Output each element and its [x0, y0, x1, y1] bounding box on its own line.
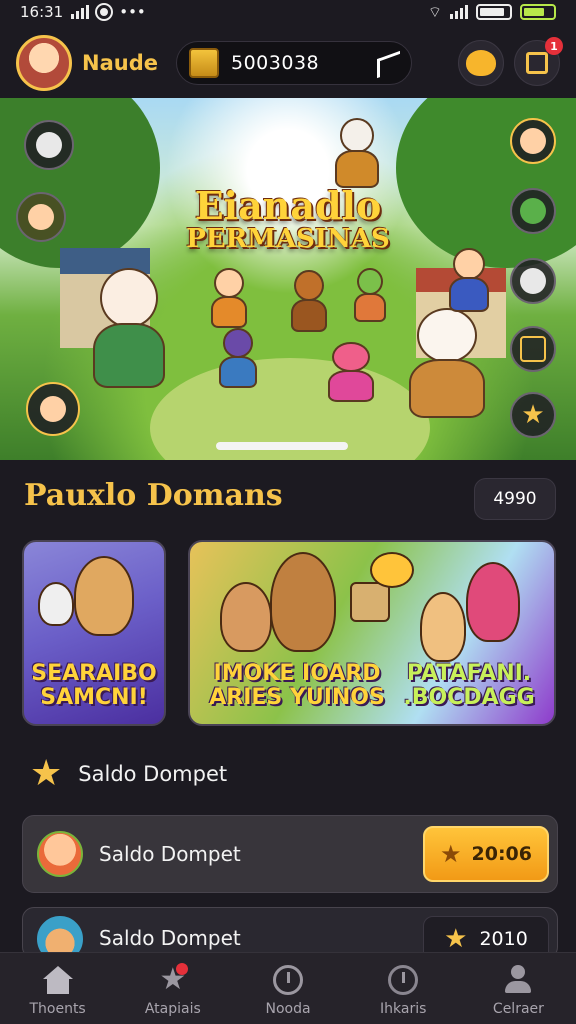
nav-item-star[interactable]: ★ Atapiais [115, 953, 230, 1024]
character-illustration [400, 308, 494, 418]
star-icon: ★ [30, 753, 63, 794]
card-caption-line1: SEARAIBO [31, 660, 157, 686]
page-indicator [216, 442, 348, 450]
coin-value: 5003038 [231, 52, 320, 74]
star-icon: ★ [159, 962, 188, 997]
row-label: Saldo Dompet [99, 926, 241, 950]
hero-title: Eianadlo PERMASINAS [0, 186, 576, 253]
game-card[interactable]: IMOKE IOARD ARIES YUINOS PATAFANI. .BOCD… [188, 540, 556, 726]
wallet-label: Saldo Dompet [78, 762, 228, 786]
hero-title-line2: PERMASINAS [186, 223, 390, 254]
status-time: 16:31 [20, 3, 64, 21]
status-bar: 16:31 ••• ⌔ [0, 0, 576, 24]
home-icon [41, 965, 75, 995]
notification-dot-icon [97, 5, 112, 19]
hero-banner[interactable]: Eianadlo PERMASINAS ★ [0, 98, 576, 460]
character-illustration [206, 268, 252, 328]
signal-icon [71, 5, 90, 19]
top-header: Naude 5003038 1 [0, 30, 576, 96]
status-right: ⌔ [428, 3, 556, 22]
wallet-row[interactable]: Saldo Dompet ★ 20:06 [22, 815, 558, 893]
card-coin-illustration [370, 552, 414, 588]
character-illustration [330, 118, 384, 188]
avatar[interactable] [16, 35, 72, 91]
app-screen: 16:31 ••• ⌔ Naude 5003038 1 Eianadlo PER… [0, 0, 576, 1024]
edit-icon [526, 52, 548, 74]
wallet-value: 2010 [479, 928, 528, 950]
username: Naude [82, 51, 158, 75]
star-icon: ★ [521, 400, 545, 430]
coin-balance[interactable]: 5003038 [176, 41, 412, 85]
card-caption-left-line1: IMOKE IOARD [213, 660, 381, 686]
card-caption: IMOKE IOARD ARIES YUINOS PATAFANI. .BOCD… [190, 660, 554, 710]
wallet-value: 20:06 [471, 843, 532, 865]
side-avatar-button[interactable] [16, 192, 66, 242]
notification-badge: 1 [545, 37, 563, 55]
card-caption-right: PATAFANI. .BOCDAGG [403, 660, 535, 710]
card-caption-left-line2: ARIES YUINOS [209, 684, 385, 710]
share-icon[interactable] [375, 51, 399, 75]
card-caption: SEARAIBO SAMCNI! [24, 660, 164, 710]
card-character-illustration [270, 552, 336, 652]
side-avatar-button[interactable] [510, 118, 556, 164]
status-left: 16:31 ••• [20, 3, 146, 21]
card-caption-line2: SAMCNI! [40, 684, 148, 710]
notification-dot [175, 963, 188, 975]
card-character-illustration [38, 582, 74, 626]
nav-item-timer[interactable]: Ihkaris [346, 953, 461, 1024]
timer-icon [386, 965, 420, 995]
nav-item-clock[interactable]: Nooda [230, 953, 345, 1024]
side-card-button[interactable] [510, 326, 556, 372]
battery-charging-icon [520, 4, 556, 20]
side-avatar-button[interactable] [24, 120, 74, 170]
nav-label: Ihkaris [380, 1001, 427, 1017]
star-icon: ★ [444, 924, 468, 954]
treasure-box-icon [189, 48, 219, 78]
emote-button[interactable] [458, 40, 504, 86]
bottom-nav: Thoents ★ Atapiais Nooda Ihkaris Celraer [0, 952, 576, 1024]
section-count: 4990 [474, 478, 556, 520]
nav-label: Atapiais [144, 1001, 201, 1017]
character-illustration [214, 328, 262, 388]
card-character-illustration [466, 562, 520, 642]
side-avatar-button[interactable] [510, 258, 556, 304]
side-avatar-button[interactable] [510, 188, 556, 234]
wallet-value-button[interactable]: ★ 20:06 [423, 826, 549, 882]
side-star-button[interactable]: ★ [510, 392, 556, 438]
nav-label: Thoents [29, 1001, 86, 1017]
card-caption-right-line2: .BOCDAGG [403, 684, 535, 710]
section-title: Pauxlo Domans [24, 478, 283, 513]
wifi-icon: ⌔ [427, 2, 442, 21]
character-illustration [322, 342, 380, 402]
signal-icon [450, 5, 468, 19]
card-caption-left: IMOKE IOARD ARIES YUINOS [209, 660, 385, 710]
game-card[interactable]: SEARAIBO SAMCNI! [22, 540, 166, 726]
character-illustration [84, 268, 174, 388]
character-illustration [444, 248, 494, 312]
nav-label: Celraer [492, 1001, 544, 1017]
user-icon [501, 965, 535, 995]
character-illustration [350, 268, 390, 322]
card-caption-right-line1: PATAFANI. [406, 660, 532, 686]
card-character-illustration [420, 592, 466, 662]
hero-title-line1: Eianadlo [194, 183, 382, 228]
side-avatar-button[interactable] [26, 382, 80, 436]
nav-item-home[interactable]: Thoents [0, 953, 115, 1024]
row-label: Saldo Dompet [99, 842, 241, 866]
star-icon: ★ [440, 840, 462, 868]
nav-item-user[interactable]: Celraer [461, 953, 576, 1024]
card-character-illustration [220, 582, 272, 652]
clock-icon [271, 965, 305, 995]
more-dots-icon: ••• [119, 3, 146, 21]
character-illustration [286, 270, 332, 332]
battery-icon [476, 4, 512, 20]
emote-icon [466, 50, 496, 76]
card-map-illustration [350, 582, 390, 622]
row-avatar [37, 831, 83, 877]
edit-button[interactable]: 1 [514, 37, 563, 86]
wallet-heading: ★ Saldo Dompet [30, 756, 227, 792]
nav-label: Nooda [265, 1001, 311, 1017]
card-character-illustration [74, 556, 134, 636]
